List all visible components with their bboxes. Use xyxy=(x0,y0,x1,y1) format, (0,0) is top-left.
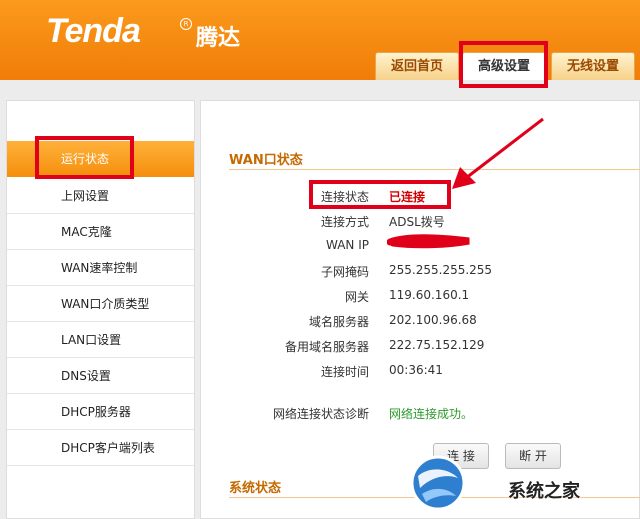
system-status-title: 系统状态 xyxy=(229,481,282,496)
wan-title-divider xyxy=(229,169,640,170)
annotation-arrow xyxy=(452,117,544,189)
label-dns-primary: 域名服务器 xyxy=(308,315,369,329)
value-diagnosis: 网络连接成功。 xyxy=(389,407,474,421)
sidebar-item-internet[interactable]: 上网设置 xyxy=(7,178,194,214)
label-connection-type: 连接方式 xyxy=(320,215,369,229)
wan-status-title: WAN口状态 xyxy=(229,153,303,168)
label-gateway: 网关 xyxy=(344,290,369,304)
label-subnet-mask: 子网掩码 xyxy=(320,265,369,279)
value-dns-secondary: 222.75.152.129 xyxy=(389,338,485,352)
label-dns-secondary: 备用域名服务器 xyxy=(284,340,369,354)
value-subnet-mask: 255.255.255.255 xyxy=(389,263,493,277)
value-dns-primary: 202.100.96.68 xyxy=(389,313,477,327)
label-diagnosis: 网络连接状态诊断 xyxy=(272,407,369,421)
label-wan-ip: WAN IP xyxy=(326,238,369,252)
sidebar-item-mac-clone[interactable]: MAC克隆 xyxy=(7,214,194,250)
registered-mark: R xyxy=(180,18,192,30)
sidebar-item-wan-medium[interactable]: WAN口介质类型 xyxy=(7,286,194,322)
tenda-logo: Tenda xyxy=(46,12,141,50)
tab-wireless[interactable]: 无线设置 xyxy=(551,52,635,80)
tab-home[interactable]: 返回首页 xyxy=(375,52,459,80)
label-connection-time: 连接时间 xyxy=(320,365,369,379)
highlight-box-tab xyxy=(459,41,548,88)
sidebar-item-dns[interactable]: DNS设置 xyxy=(7,358,194,394)
watermark-globe-icon xyxy=(410,455,466,511)
brand-name-cn: 腾达 xyxy=(196,26,241,51)
value-connection-time: 00:36:41 xyxy=(389,363,443,377)
watermark-text: 系统之家 xyxy=(508,481,580,502)
highlight-box-sidebar xyxy=(35,136,134,179)
value-gateway: 119.60.160.1 xyxy=(389,288,470,302)
watermark: 系统之家 xyxy=(408,452,636,514)
sidebar-item-dhcp-clients[interactable]: DHCP客户端列表 xyxy=(7,430,194,466)
redacted-ip-scribble xyxy=(387,234,470,249)
highlight-box-status xyxy=(309,180,451,209)
sidebar-item-wan-rate[interactable]: WAN速率控制 xyxy=(7,250,194,286)
sidebar-item-dhcp-server[interactable]: DHCP服务器 xyxy=(7,394,194,430)
value-connection-type: ADSL拨号 xyxy=(389,215,445,229)
sidebar-item-lan[interactable]: LAN口设置 xyxy=(7,322,194,358)
